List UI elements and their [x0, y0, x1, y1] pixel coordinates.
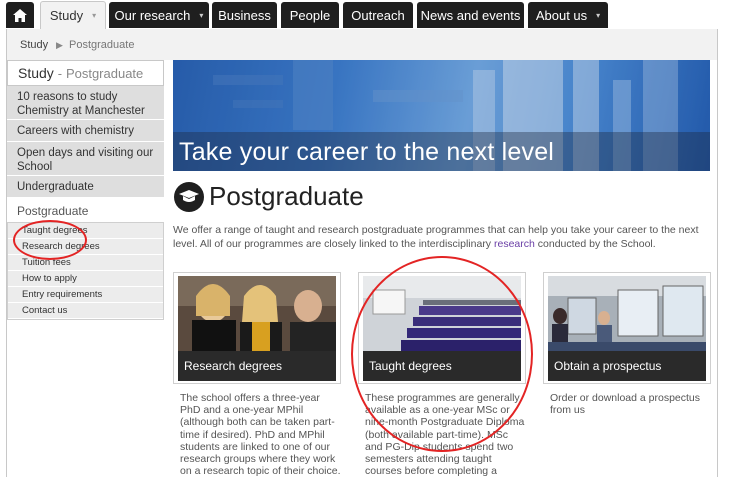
- sidebar-item-10-reasons[interactable]: 10 reasons to study Chemistry at Manches…: [7, 86, 164, 120]
- sidebar-item-undergraduate[interactable]: Undergraduate: [7, 176, 164, 198]
- tab-outreach[interactable]: Outreach: [343, 2, 413, 28]
- hero-banner: Take your career to the next level: [173, 60, 710, 171]
- tab-our-research[interactable]: Our research ▾: [109, 2, 209, 28]
- tab-business[interactable]: Business: [212, 2, 277, 28]
- chevron-down-icon: ▾: [596, 10, 601, 20]
- tab-study[interactable]: Study ▾: [40, 1, 106, 29]
- hero-caption: Take your career to the next level: [179, 138, 555, 166]
- home-icon: [13, 8, 27, 22]
- page-title: Postgraduate: [209, 181, 364, 211]
- graduation-cap-icon: [174, 182, 204, 212]
- card-research-degrees[interactable]: Research degrees: [173, 272, 341, 384]
- tab-news-and-events[interactable]: News and events: [417, 2, 524, 28]
- card-obtain-prospectus-text: Order or download a prospectus from us: [550, 392, 700, 417]
- sidebar-item-open-days[interactable]: Open days and visiting our School: [7, 142, 164, 176]
- annotation-circle-taught-card: [351, 256, 533, 452]
- card-label: Research degrees: [178, 351, 336, 381]
- home-button[interactable]: [6, 2, 34, 28]
- sidebar-item-postgraduate[interactable]: Postgraduate: [7, 198, 164, 222]
- poster-session-photo: [548, 276, 706, 351]
- chevron-down-icon: ▾: [92, 11, 97, 20]
- breadcrumb-current: Postgraduate: [69, 39, 135, 51]
- annotation-circle-sidebar: [13, 220, 87, 260]
- breadcrumb-separator-icon: ▶: [56, 40, 63, 50]
- breadcrumb: Study ▶ Postgraduate: [6, 29, 718, 60]
- card-research-degrees-text: The school offers a three-year PhD and a…: [180, 392, 341, 477]
- sidebar-subitem-entry-requirements[interactable]: Entry requirements: [8, 287, 163, 303]
- intro-paragraph: We offer a range of taught and research …: [173, 224, 699, 250]
- tab-people[interactable]: People: [281, 2, 339, 28]
- sidebar-title: Study - Postgraduate: [7, 60, 164, 86]
- card-label: Obtain a prospectus: [548, 351, 706, 381]
- sidebar-subitem-how-to-apply[interactable]: How to apply: [8, 271, 163, 287]
- card-obtain-prospectus[interactable]: Obtain a prospectus: [543, 272, 711, 384]
- chevron-down-icon: ▾: [199, 10, 204, 20]
- top-navigation: Study ▾ Our research ▾ Business People Out…: [0, 0, 740, 29]
- sidebar-subitem-contact-us[interactable]: Contact us: [8, 303, 163, 319]
- graduates-photo: [178, 276, 336, 351]
- sidebar: Study - Postgraduate 10 reasons to study…: [7, 60, 164, 320]
- breadcrumb-study-link[interactable]: Study: [20, 39, 48, 51]
- research-link[interactable]: research: [494, 238, 535, 250]
- sidebar-item-careers[interactable]: Careers with chemistry: [7, 120, 164, 142]
- tab-about-us[interactable]: About us ▾: [528, 2, 608, 28]
